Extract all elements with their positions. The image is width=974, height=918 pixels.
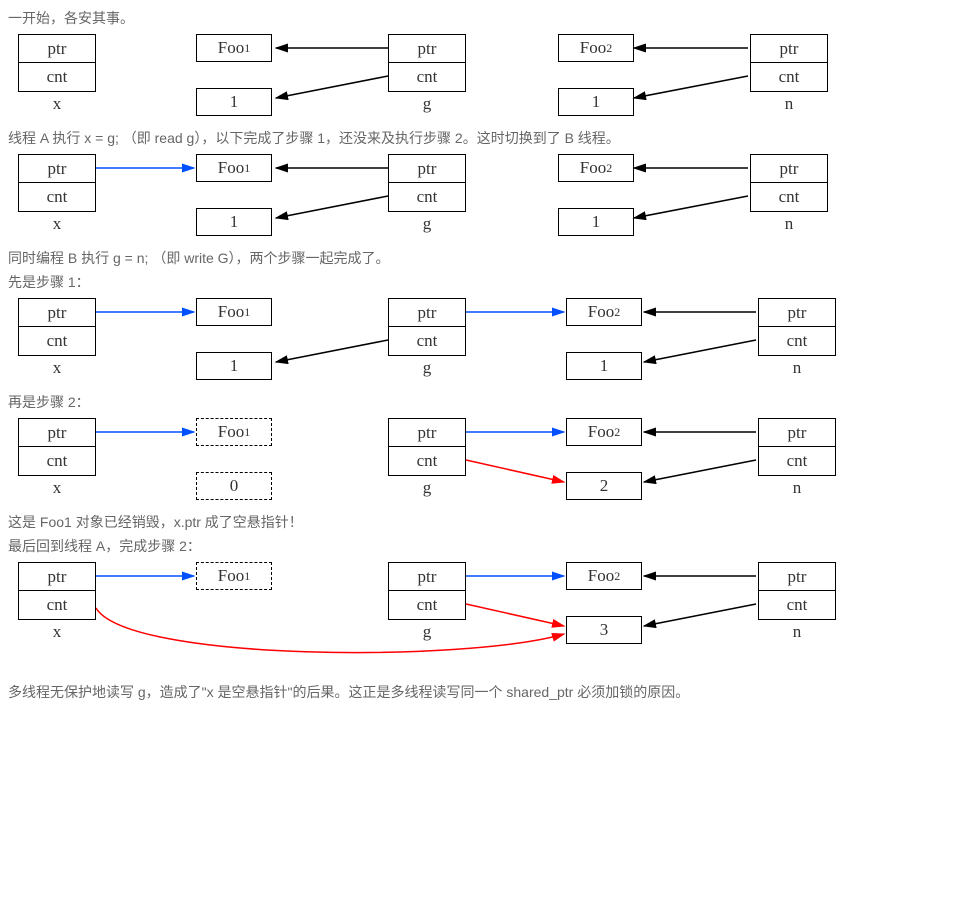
count-box: 1 [566, 352, 642, 380]
caption-7: 最后回到线程 A，完成步骤 2： [8, 536, 966, 556]
n-ptr: ptr [759, 563, 835, 591]
x-ptr: ptr [19, 155, 95, 183]
g-block: ptr cnt [388, 34, 466, 92]
caption-5: 再是步骤 2： [8, 392, 966, 412]
count-box-3: 3 [566, 616, 642, 644]
caption-4: 先是步骤 1： [8, 272, 966, 292]
foo2-box: Foo 2 [558, 34, 634, 62]
x-ptr: ptr [19, 299, 95, 327]
n-label: n [793, 358, 802, 378]
count-box-2: 1 [558, 88, 634, 116]
g-ptr: ptr [389, 299, 465, 327]
n-block: ptr cnt [750, 154, 828, 212]
x-cnt: cnt [19, 183, 95, 211]
g-label: g [423, 478, 432, 498]
foo2-box: Foo 2 [566, 562, 642, 590]
n-label: n [793, 622, 802, 642]
n-block: ptr cnt [758, 562, 836, 620]
count-box: 1 [196, 352, 272, 380]
n-ptr: ptr [759, 299, 835, 327]
n-cnt: cnt [759, 447, 835, 475]
g-block: ptr cnt [388, 298, 466, 356]
x-cnt: cnt [19, 327, 95, 355]
n-cnt: cnt [751, 183, 827, 211]
n-ptr: ptr [751, 155, 827, 183]
n-label: n [785, 214, 794, 234]
caption-2: 线程 A 执行 x = g; （即 read g），以下完成了步骤 1，还没来及… [8, 128, 966, 148]
g-label: g [423, 94, 432, 114]
g-block: ptr cnt [388, 562, 466, 620]
foo1-box: Foo 1 [196, 298, 272, 326]
caption-1: 一开始，各安其事。 [8, 8, 966, 28]
count-box: 1 [196, 208, 272, 236]
n-label: n [785, 94, 794, 114]
g-cnt: cnt [389, 183, 465, 211]
diagram-row-2: ptr cnt x Foo 1 1 ptr cnt g Foo 2 1 ptr … [8, 154, 966, 244]
foo2-box: Foo 2 [558, 154, 634, 182]
g-label: g [423, 358, 432, 378]
n-block: ptr cnt [758, 418, 836, 476]
x-label: x [53, 358, 62, 378]
caption-8: 多线程无保护地读写 g，造成了"x 是空悬指针"的后果。这正是多线程读写同一个 … [8, 682, 966, 702]
g-ptr: ptr [389, 419, 465, 447]
n-ptr: ptr [759, 419, 835, 447]
count-box-zero: 0 [196, 472, 272, 500]
x-label: x [53, 622, 62, 642]
g-label: g [423, 622, 432, 642]
x-block: ptr cnt [18, 34, 96, 92]
foo1-box-dashed: Foo 1 [196, 562, 272, 590]
g-block: ptr cnt [388, 154, 466, 212]
g-ptr: ptr [389, 563, 465, 591]
foo2-box: Foo 2 [566, 298, 642, 326]
g-block: ptr cnt [388, 418, 466, 476]
x-label: x [53, 214, 62, 234]
diagram-row-3: ptr cnt x Foo 1 1 ptr cnt g Foo 2 1 ptr … [8, 298, 966, 388]
x-label: x [53, 478, 62, 498]
x-ptr: ptr [19, 35, 95, 63]
x-ptr: ptr [19, 419, 95, 447]
n-cnt: cnt [751, 63, 827, 91]
x-cnt: cnt [19, 63, 95, 91]
g-cnt: cnt [389, 591, 465, 619]
diagram-row-4: ptr cnt x Foo 1 0 ptr cnt g Foo 2 2 ptr … [8, 418, 966, 508]
g-label: g [423, 214, 432, 234]
x-block: ptr cnt [18, 298, 96, 356]
x-block: ptr cnt [18, 562, 96, 620]
g-cnt: cnt [389, 327, 465, 355]
x-ptr: ptr [19, 563, 95, 591]
n-label: n [793, 478, 802, 498]
n-cnt: cnt [759, 591, 835, 619]
count-box-1: 1 [196, 88, 272, 116]
caption-6: 这是 Foo1 对象已经销毁，x.ptr 成了空悬指针！ [8, 512, 966, 532]
foo1-box: Foo 1 [196, 154, 272, 182]
foo1-box: Foo 1 [196, 34, 272, 62]
x-cnt: cnt [19, 591, 95, 619]
n-ptr: ptr [751, 35, 827, 63]
n-block: ptr cnt [758, 298, 836, 356]
g-ptr: ptr [389, 35, 465, 63]
foo1-box-dashed: Foo 1 [196, 418, 272, 446]
n-block: ptr cnt [750, 34, 828, 92]
diagram-row-1: ptr cnt x Foo 1 1 ptr cnt g Foo 2 1 ptr … [8, 34, 966, 124]
n-cnt: cnt [759, 327, 835, 355]
x-block-2: ptr cnt [18, 154, 96, 212]
g-cnt: cnt [389, 447, 465, 475]
diagram-row-5: ptr cnt x Foo 1 ptr cnt g Foo 2 3 ptr cn… [8, 562, 966, 672]
g-cnt: cnt [389, 63, 465, 91]
g-ptr: ptr [389, 155, 465, 183]
count-box: 1 [558, 208, 634, 236]
x-block: ptr cnt [18, 418, 96, 476]
caption-3: 同时编程 B 执行 g = n; （即 write G），两个步骤一起完成了。 [8, 248, 966, 268]
x-label: x [53, 94, 62, 114]
x-cnt: cnt [19, 447, 95, 475]
foo2-box: Foo 2 [566, 418, 642, 446]
count-box-2: 2 [566, 472, 642, 500]
